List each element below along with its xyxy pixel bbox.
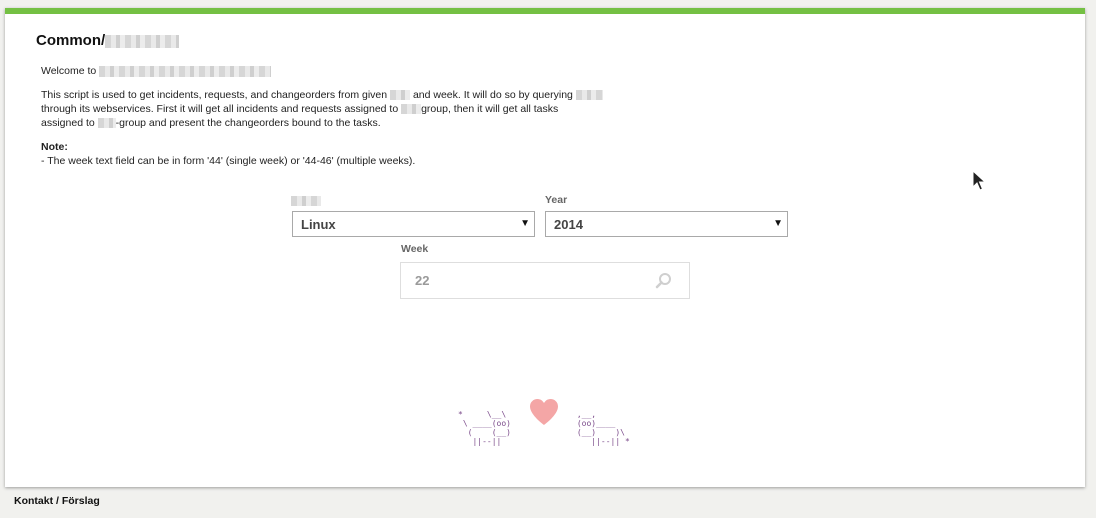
page-title-text: Common/ [36,32,106,49]
mouse-cursor-icon [972,170,986,191]
page-title: Common/ [36,32,180,49]
description-part-3: through its webservices. First it will g… [41,103,399,115]
contact-link[interactable]: Kontakt / Förslag [14,495,100,507]
intro-text: Welcome to This script is used to get in… [41,64,631,178]
note-title: Note: [41,141,68,153]
redacted-word [401,104,422,115]
description-part-4: group, then it will get all tasks [421,103,559,115]
heart-icon [530,399,558,425]
welcome-text: Welcome to [41,65,97,77]
dropdown-arrow-icon: ▼ [520,218,530,229]
description-paragraph: This script is used to get incidents, re… [41,88,631,130]
note-text: - The week text field can be in form '44… [41,155,416,167]
week-label: Week [401,243,429,255]
dropdown-arrow-icon: ▼ [773,218,783,229]
redacted-word [97,118,116,129]
redacted-word [390,90,411,101]
description-part-1: This script is used to get incidents, re… [41,89,388,101]
main-card: Common/ Welcome to This script is used t… [5,8,1085,487]
ascii-cow-right: ,__, (oo)____ (__) )\ ||--|| * [576,410,630,446]
redacted-title [105,34,180,48]
redacted-group-label [291,196,321,206]
description-part-5: assigned to [41,117,95,129]
year-select-value: 2014 [554,217,583,232]
welcome-line: Welcome to [41,64,631,78]
year-select[interactable]: 2014 ▼ [545,211,788,237]
week-input-value: 22 [415,273,430,288]
description-part-6: -group and present the changeorders boun… [115,117,381,129]
search-icon[interactable] [655,272,673,290]
redacted-app-name [99,65,272,77]
group-select-value: Linux [301,217,336,232]
redacted-word [575,90,603,101]
description-part-2: and week. It will do so by querying [412,89,573,101]
ascii-cow-left: * \__\ \ ____(oo) ( (__) ||--|| [458,410,511,446]
group-select[interactable]: Linux ▼ [292,211,535,237]
week-input[interactable]: 22 [400,262,690,299]
year-label: Year [545,194,568,206]
